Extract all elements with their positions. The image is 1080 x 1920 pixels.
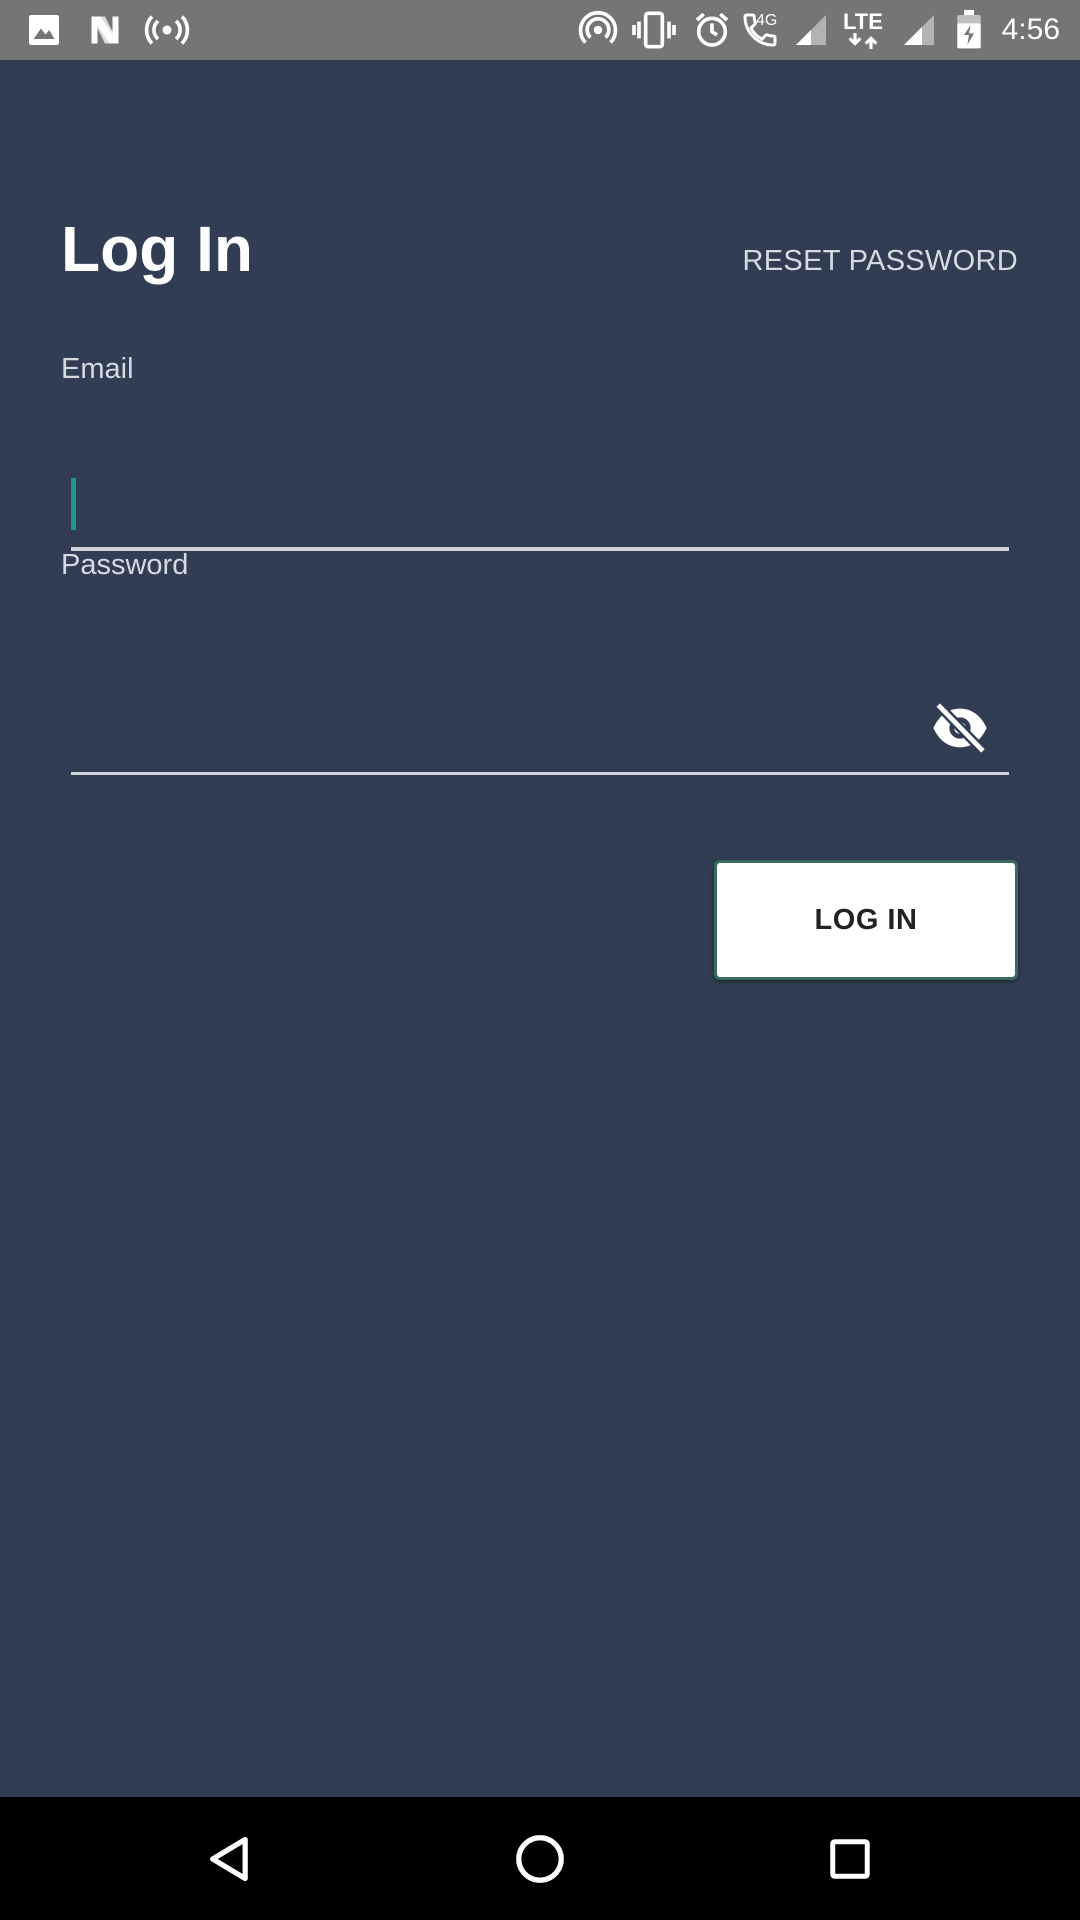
battery-charging-icon: [955, 10, 983, 50]
back-icon[interactable]: [190, 1819, 270, 1899]
email-field[interactable]: [71, 420, 1009, 551]
status-time: 4:56: [1001, 13, 1060, 46]
signal-icon: [792, 10, 830, 50]
lte-label: LTE: [843, 9, 883, 34]
n-app-icon: [86, 10, 124, 50]
navigation-bar: [0, 1797, 1080, 1920]
4g-label: 4G: [756, 12, 778, 29]
text-cursor: [71, 478, 76, 530]
password-underline: [71, 772, 1009, 775]
email-label: Email: [61, 353, 134, 385]
page-title: Log In: [61, 213, 253, 285]
eye-off-icon[interactable]: [931, 700, 989, 756]
recents-icon[interactable]: [810, 1819, 890, 1899]
password-field-container: [71, 630, 1009, 775]
reset-password-button[interactable]: RESET PASSWORD: [743, 244, 1018, 278]
login-button[interactable]: LOG IN: [714, 860, 1018, 980]
login-screen: Log In RESET PASSWORD Email Password LOG…: [0, 60, 1080, 1797]
hotspot-icon: [578, 10, 618, 50]
email-field-container: [71, 420, 1009, 551]
password-label: Password: [61, 549, 189, 581]
home-icon[interactable]: [500, 1819, 580, 1899]
image-icon: [26, 10, 62, 50]
signal-icon-2: [900, 10, 938, 50]
email-underline: [71, 547, 1009, 551]
lte-icon: LTE: [843, 10, 883, 50]
password-field[interactable]: [71, 630, 1009, 775]
status-bar: 4G LTE 4:56: [0, 0, 1080, 60]
alarm-icon: [692, 10, 732, 50]
broadcast-icon: [144, 10, 190, 50]
vibrate-icon: [632, 10, 676, 50]
